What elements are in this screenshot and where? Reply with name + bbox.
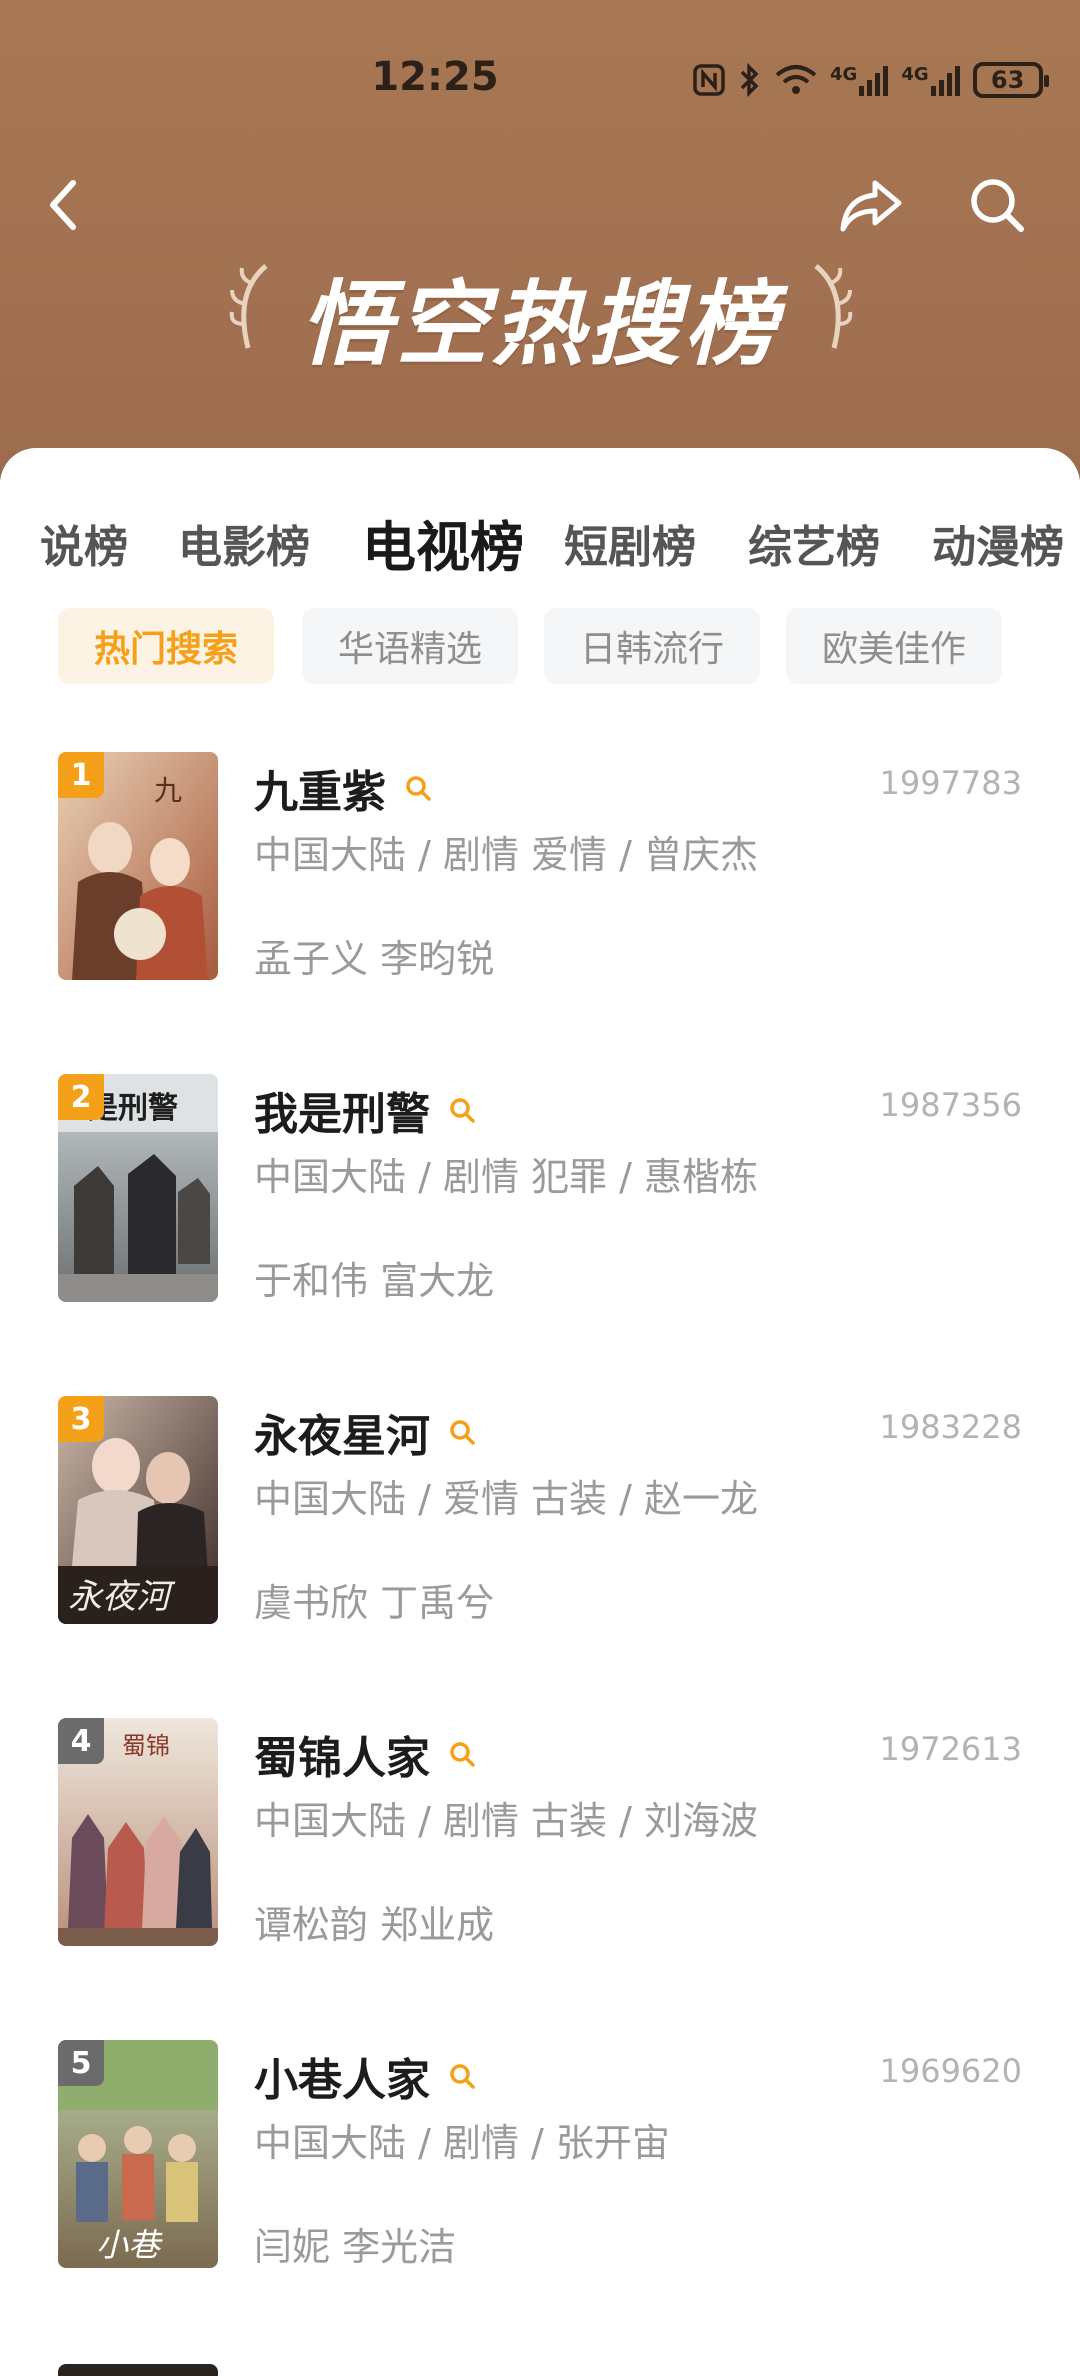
item-title: 我是刑警	[254, 1078, 476, 1142]
tab-category-1[interactable]: 说榜	[40, 508, 128, 588]
item-cast: 谭松韵 郑业成	[254, 1903, 495, 1947]
nfc-icon	[693, 64, 725, 96]
item-score: 1972613	[879, 1730, 1022, 1768]
rank-badge: 1	[58, 752, 104, 798]
item-cast: 于和伟 富大龙	[254, 1259, 495, 1303]
search-icon[interactable]	[404, 774, 432, 802]
item-title: 九重紫	[254, 756, 432, 820]
poster-image[interactable]: 永夜河 3	[58, 1396, 218, 1624]
search-icon[interactable]	[448, 2062, 476, 2090]
rank-badge: 5	[58, 2040, 104, 2086]
tab-category-3[interactable]: 电视榜	[362, 508, 524, 588]
list-item[interactable]: 九 1 九重紫 中国大陆 / 剧情 爱情 / 曾庆杰 孟子义 李昀锐 19977…	[0, 752, 1080, 982]
search-icon[interactable]	[448, 1740, 476, 1768]
list-item[interactable]: 蜀锦 4 蜀锦人家 中国大陆 / 剧情 古装 / 刘海波 谭松韵 郑业成 197…	[0, 1718, 1080, 1948]
status-bar: 12:25 4G 4G 63	[0, 50, 1080, 110]
app-screen: 12:25 4G 4G 63 悟空热搜榜 说榜 电影榜 电视榜 短剧榜 综艺榜 …	[0, 0, 1080, 2376]
search-button[interactable]	[962, 170, 1032, 240]
rank-badge: 2	[58, 1074, 104, 1120]
category-tabs: 说榜 电影榜 电视榜 短剧榜 综艺榜 动漫榜	[0, 508, 1080, 588]
subtab-4[interactable]: 欧美佳作	[786, 608, 1002, 684]
list-item[interactable]: 永夜河 3 永夜星河 中国大陆 / 爱情 古装 / 赵一龙 虞书欣 丁禹兮 19…	[0, 1396, 1080, 1626]
rank-badge: 4	[58, 1718, 104, 1764]
tab-category-5[interactable]: 综艺榜	[748, 508, 880, 588]
page-title: 悟空热搜榜	[299, 271, 780, 378]
back-button[interactable]	[28, 170, 98, 240]
item-meta: 中国大陆 / 剧情 古装 / 刘海波	[254, 1799, 759, 1843]
subtab-2[interactable]: 华语精选	[302, 608, 518, 684]
search-icon[interactable]	[448, 1418, 476, 1446]
rank-badge: 3	[58, 1396, 104, 1442]
signal-1-icon: 4G	[830, 64, 889, 96]
item-score: 1969620	[879, 2052, 1022, 2090]
share-button[interactable]	[836, 170, 906, 240]
wifi-icon	[775, 65, 817, 94]
svg-text:永夜河: 永夜河	[68, 1577, 176, 1617]
item-title: 永夜星河	[254, 1400, 476, 1464]
poster-image[interactable]: 蜀锦 4	[58, 1718, 218, 1946]
back-arrow-icon	[50, 180, 76, 230]
item-cast: 虞书欣 丁禹兮	[254, 1581, 495, 1625]
item-score: 1997783	[879, 764, 1022, 802]
signal-2-icon: 4G	[901, 64, 960, 96]
item-score: 1987356	[879, 1086, 1022, 1124]
tab-category-2[interactable]: 电影榜	[178, 508, 310, 588]
item-meta: 中国大陆 / 剧情 爱情 / 曾庆杰	[254, 833, 759, 877]
tab-category-6[interactable]: 动漫榜	[932, 508, 1064, 588]
item-title: 蜀锦人家	[254, 1722, 476, 1786]
item-title: 小巷人家	[254, 2044, 476, 2108]
battery-indicator: 63	[972, 62, 1049, 98]
list-item[interactable]: 小巷 5 小巷人家 中国大陆 / 剧情 / 张开宙 闫妮 李光洁 1969620	[0, 2040, 1080, 2270]
search-icon	[971, 179, 1024, 232]
bluetooth-icon	[740, 62, 759, 98]
svg-text:小巷: 小巷	[96, 2226, 163, 2264]
poster-image[interactable]: 小巷 5	[58, 2040, 218, 2268]
next-item-poster-partial[interactable]	[58, 2364, 218, 2376]
item-meta: 中国大陆 / 爱情 古装 / 赵一龙	[254, 1477, 759, 1521]
svg-text:九: 九	[154, 774, 182, 807]
status-icons: 4G 4G 63	[692, 58, 1049, 102]
share-icon	[840, 180, 902, 232]
svg-text:蜀锦: 蜀锦	[122, 1732, 170, 1760]
subtab-1[interactable]: 热门搜索	[58, 608, 274, 684]
item-meta: 中国大陆 / 剧情 / 张开宙	[254, 2121, 670, 2165]
content-card: 说榜 电影榜 电视榜 短剧榜 综艺榜 动漫榜 热门搜索 华语精选 日韩流行 欧美…	[0, 448, 1080, 2376]
item-meta: 中国大陆 / 剧情 犯罪 / 惠楷栋	[254, 1155, 759, 1199]
search-icon[interactable]	[448, 1096, 476, 1124]
item-cast: 孟子义 李昀锐	[254, 937, 495, 981]
item-cast: 闫妮 李光洁	[254, 2225, 457, 2269]
subtab-3[interactable]: 日韩流行	[544, 608, 760, 684]
laurel-right-icon	[814, 264, 853, 349]
item-score: 1983228	[879, 1408, 1022, 1446]
tab-category-4[interactable]: 短剧榜	[564, 508, 696, 588]
poster-image[interactable]: 是刑警 2	[58, 1074, 218, 1302]
poster-image[interactable]: 九 1	[58, 752, 218, 980]
list-item[interactable]: 是刑警 2 我是刑警 中国大陆 / 剧情 犯罪 / 惠楷栋 于和伟 富大龙 19…	[0, 1074, 1080, 1304]
